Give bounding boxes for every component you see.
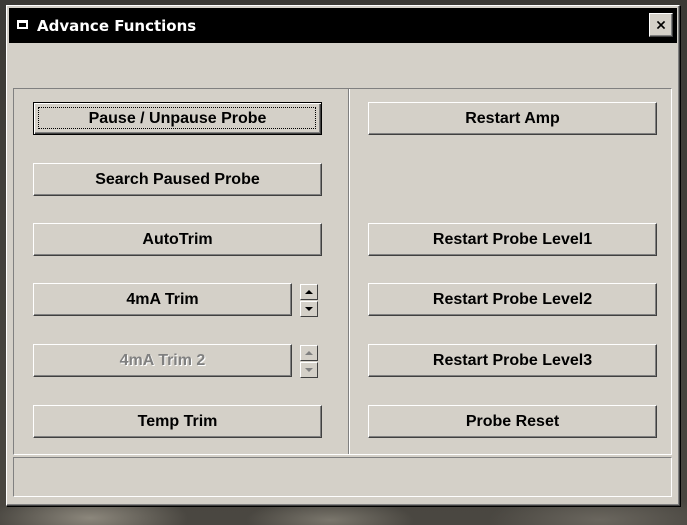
pause-unpause-probe-label: Pause / Unpause Probe	[88, 109, 267, 127]
4ma-trim-2-spinner	[300, 345, 318, 378]
close-icon	[656, 20, 666, 30]
spin-up-button-disabled	[300, 345, 318, 361]
functions-panel: Pause / Unpause Probe Search Paused Prob…	[13, 88, 672, 455]
search-paused-probe-button[interactable]: Search Paused Probe	[33, 163, 322, 196]
title-bar[interactable]: Advance Functions	[9, 8, 677, 43]
advance-functions-window: Advance Functions Pause / Unpause Probe …	[6, 5, 680, 506]
dialog-client-area: Pause / Unpause Probe Search Paused Prob…	[9, 43, 677, 503]
restart-amp-button[interactable]: Restart Amp	[368, 102, 657, 135]
4ma-trim-2-button: 4mA Trim 2	[33, 344, 292, 377]
close-button[interactable]	[649, 13, 673, 37]
restart-probe-level2-button[interactable]: Restart Probe Level2	[368, 283, 657, 316]
arrow-up-icon	[305, 290, 313, 294]
probe-reset-button[interactable]: Probe Reset	[368, 405, 657, 438]
status-bar	[13, 457, 672, 497]
window-title: Advance Functions	[37, 17, 197, 35]
restart-probe-level3-button[interactable]: Restart Probe Level3	[368, 344, 657, 377]
restart-probe-level1-button[interactable]: Restart Probe Level1	[368, 223, 657, 256]
4ma-trim-spinner[interactable]	[300, 284, 318, 317]
pause-unpause-probe-button[interactable]: Pause / Unpause Probe	[33, 102, 322, 135]
window-icon[interactable]	[17, 20, 28, 29]
arrow-up-icon	[305, 351, 313, 355]
column-divider	[348, 89, 350, 454]
spin-down-button-disabled	[300, 362, 318, 378]
spin-up-button[interactable]	[300, 284, 318, 300]
spin-down-button[interactable]	[300, 301, 318, 317]
arrow-down-icon	[305, 368, 313, 372]
temp-trim-button[interactable]: Temp Trim	[33, 405, 322, 438]
arrow-down-icon	[305, 307, 313, 311]
4ma-trim-button[interactable]: 4mA Trim	[33, 283, 292, 316]
autotrim-button[interactable]: AutoTrim	[33, 223, 322, 256]
